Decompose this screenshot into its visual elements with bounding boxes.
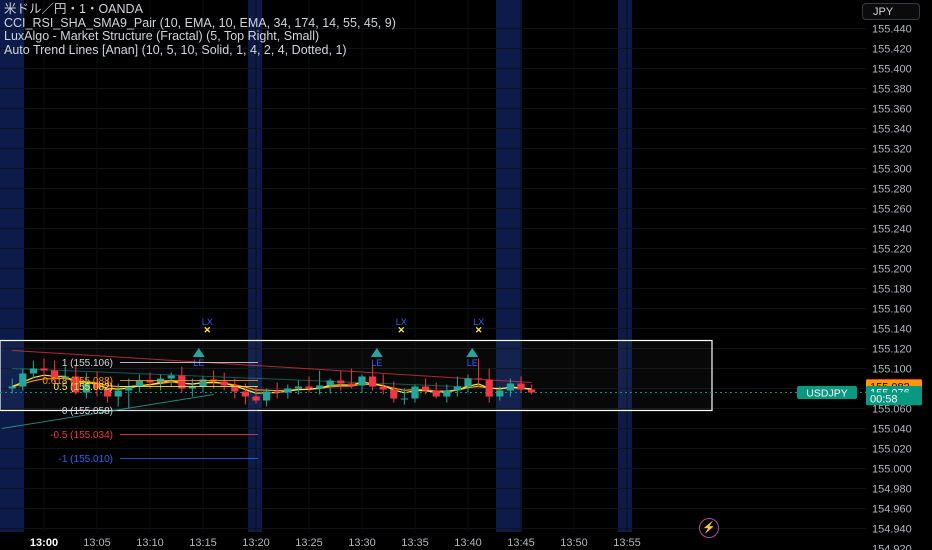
- candle-body: [390, 389, 398, 399]
- candle-body: [411, 386, 419, 399]
- time-tick: 13:25: [295, 537, 323, 549]
- candle-body: [29, 368, 37, 374]
- price-tick: 155.340: [872, 124, 912, 136]
- price-tick: 155.440: [872, 24, 912, 36]
- price-tick: 154.960: [872, 504, 912, 516]
- candle-body: [528, 389, 536, 393]
- time-tick: 13:15: [189, 537, 217, 549]
- session-band-0: [0, 0, 24, 532]
- price-tick: 155.180: [872, 284, 912, 296]
- candle-body: [135, 380, 143, 387]
- currency-button[interactable]: JPY: [862, 3, 920, 20]
- session-band-2: [496, 0, 522, 532]
- candle-body: [369, 376, 377, 387]
- candle-body: [8, 386, 16, 389]
- price-tick: 155.400: [872, 64, 912, 76]
- candle-body: [263, 391, 271, 401]
- cross-icon: ✕: [475, 325, 483, 335]
- candle-body: [252, 396, 260, 401]
- time-tick: 13:35: [401, 537, 429, 549]
- indicator-legend: 米ドル／円・1・OANDA CCI_RSI_SHA_SMA9_Pair (10,…: [4, 2, 396, 58]
- candle-body: [443, 390, 451, 397]
- price-tick: 155.160: [872, 304, 912, 316]
- bolt-icon[interactable]: ⚡: [699, 518, 719, 538]
- price-tick: 155.420: [872, 44, 912, 56]
- candle-body: [432, 390, 440, 397]
- candle-body: [379, 386, 387, 390]
- candle-body: [316, 385, 324, 389]
- price-tick: 155.120: [872, 344, 912, 356]
- marker-le: LE: [371, 358, 382, 368]
- candle-body: [347, 383, 355, 386]
- candle-body: [485, 379, 493, 397]
- candle-body: [464, 378, 472, 387]
- price-tick: 154.940: [872, 524, 912, 536]
- price-tick: 155.200: [872, 264, 912, 276]
- price-tick: 155.380: [872, 84, 912, 96]
- price-tick: 155.040: [872, 424, 912, 436]
- candle-body: [326, 380, 334, 386]
- candle-body: [337, 380, 345, 384]
- price-tick: 155.360: [872, 104, 912, 116]
- time-tick: 13:55: [613, 537, 641, 549]
- indicator-market-structure[interactable]: LuxAlgo - Market Structure (Fractal) (5,…: [4, 29, 396, 44]
- time-tick: 13:45: [507, 537, 535, 549]
- candle-body: [475, 378, 483, 380]
- candle-body: [114, 390, 122, 397]
- price-tick: 155.020: [872, 444, 912, 456]
- candle-body: [517, 383, 525, 390]
- session-band-1: [248, 0, 262, 532]
- fib-label: 1 (155.106): [62, 358, 113, 369]
- cross-icon: ✕: [397, 325, 405, 335]
- price-tick: 155.280: [872, 184, 912, 196]
- candle-body: [305, 386, 313, 389]
- symbol-tag: USDJPY: [806, 388, 847, 400]
- time-tick: 13:00: [30, 537, 58, 549]
- session-band-3: [618, 0, 632, 532]
- marker-le: LE: [467, 358, 478, 368]
- price-tick: 155.000: [872, 464, 912, 476]
- candle-body: [496, 390, 504, 397]
- candle-body: [19, 373, 27, 387]
- price-tick: 155.300: [872, 164, 912, 176]
- candle-body: [125, 386, 133, 391]
- candle-body: [422, 386, 430, 391]
- price-tick: 154.980: [872, 484, 912, 496]
- time-tick: 13:30: [348, 537, 376, 549]
- time-tick: 13:05: [83, 537, 111, 549]
- cross-icon: ✕: [203, 325, 211, 335]
- price-tick: 155.220: [872, 244, 912, 256]
- indicator-auto-trend-lines[interactable]: Auto Trend Lines [Anan] (10, 5, 10, Soli…: [4, 43, 396, 58]
- chart-canvas[interactable]: LX✕LX✕LX✕LE LE LE 1 (155.106)0.618 (155.08…: [0, 0, 932, 550]
- fib-label: 0 (155.058): [62, 406, 113, 417]
- candle-body: [167, 375, 175, 379]
- candle-body: [241, 391, 249, 397]
- candle-body: [506, 383, 514, 391]
- candle-body: [453, 386, 461, 391]
- price-tick: 155.140: [872, 324, 912, 336]
- time-tick: 13:50: [560, 537, 588, 549]
- fib-label: 0.5 (155.082): [54, 382, 114, 393]
- candle-body: [294, 386, 302, 389]
- fib-label: -0.5 (155.034): [50, 430, 113, 441]
- candle-body: [284, 388, 292, 393]
- time-tick: 13:10: [136, 537, 164, 549]
- price-tick: 155.240: [872, 224, 912, 236]
- price-tick: 155.260: [872, 204, 912, 216]
- candle-body: [358, 376, 366, 386]
- price-tick: 155.320: [872, 144, 912, 156]
- candle-body: [40, 368, 48, 371]
- price-label: 00:58: [870, 394, 898, 406]
- price-tick: 155.100: [872, 364, 912, 376]
- time-tick: 13:20: [242, 537, 270, 549]
- price-tick: 154.920: [872, 544, 912, 550]
- candle-body: [273, 391, 281, 393]
- tradingview-chart[interactable]: LX ✕ LX ✕ LX ✕ LE LE LE 1 (155.106) 0.618 (155.08…: [0, 0, 932, 550]
- indicator-cci-rsi[interactable]: CCI_RSI_SHA_SMA9_Pair (10, EMA, 10, EMA,…: [4, 16, 396, 31]
- fib-label: -1 (155.010): [59, 454, 113, 465]
- symbol-title[interactable]: 米ドル／円・1・OANDA: [4, 2, 396, 17]
- candle-body: [220, 381, 228, 386]
- time-tick: 13:40: [454, 537, 482, 549]
- candle-body: [400, 398, 408, 400]
